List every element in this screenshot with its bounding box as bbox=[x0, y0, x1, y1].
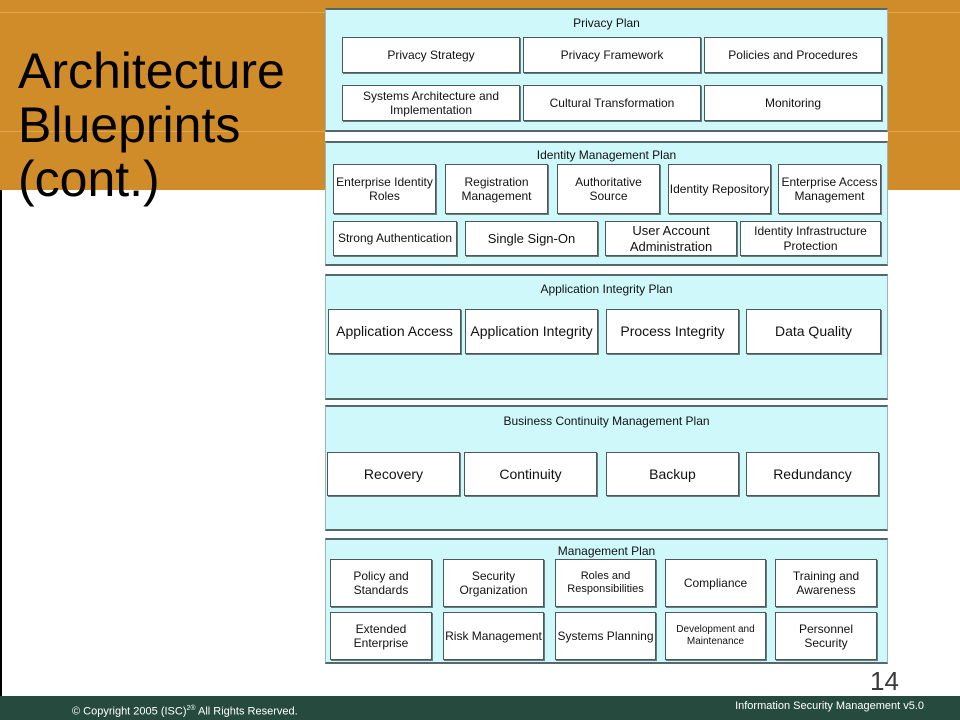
plan-item: Privacy Framework bbox=[523, 37, 701, 73]
plan-item: Single Sign-On bbox=[465, 221, 598, 256]
plan-item: Registration Management bbox=[445, 164, 548, 214]
title-line: Blueprints bbox=[18, 97, 241, 153]
plan-item: Personnel Security bbox=[775, 612, 877, 660]
plan-management: Management Plan Policy and Standards Sec… bbox=[325, 538, 888, 664]
plan-item: Data Quality bbox=[746, 309, 881, 354]
plan-item: Risk Management bbox=[443, 612, 544, 660]
left-rule bbox=[0, 190, 2, 696]
plan-title: Application Integrity Plan bbox=[540, 282, 673, 296]
page-number: 14 bbox=[870, 666, 899, 696]
title-line: Architecture bbox=[18, 43, 285, 99]
plan-item: Continuity bbox=[464, 452, 597, 496]
plan-item: Policy and Standards bbox=[330, 559, 432, 607]
plan-item: Development and Maintenance bbox=[665, 612, 766, 660]
plan-title: Management Plan bbox=[557, 544, 656, 558]
plan-application-integrity: Application Integrity Plan Application A… bbox=[325, 274, 888, 400]
plan-item: Enterprise Identity Roles bbox=[333, 164, 436, 214]
plan-item: Authoritative Source bbox=[557, 164, 660, 214]
plan-item: Systems Planning bbox=[555, 612, 656, 660]
plan-item: Cultural Transformation bbox=[523, 85, 701, 121]
plan-item: Security Organization bbox=[443, 559, 544, 607]
plan-title: Business Continuity Management Plan bbox=[503, 414, 710, 428]
plan-item: Recovery bbox=[327, 452, 460, 496]
plan-item: Privacy Strategy bbox=[342, 37, 520, 73]
plan-business-continuity: Business Continuity Management Plan Reco… bbox=[325, 405, 888, 531]
plan-item: Monitoring bbox=[704, 85, 882, 121]
copyright-text: © Copyright 2005 (ISC)2® All Rights Rese… bbox=[72, 705, 298, 718]
plan-item: Redundancy bbox=[746, 452, 879, 496]
copyright-superscript: 2® bbox=[186, 705, 196, 712]
title-line: (cont.) bbox=[18, 151, 160, 207]
plan-title: Privacy Plan bbox=[573, 16, 640, 30]
plan-item: Systems Architecture and Implementation bbox=[342, 85, 520, 121]
plan-item: Roles and Responsibilities bbox=[555, 559, 656, 607]
plan-item: User Account Administration bbox=[605, 221, 737, 256]
plan-item: Process Integrity bbox=[606, 309, 739, 354]
footer-bar: © Copyright 2005 (ISC)2® All Rights Rese… bbox=[0, 696, 960, 720]
copyright-prefix: © Copyright 2005 (ISC) bbox=[72, 705, 187, 718]
plan-item: Application Integrity bbox=[465, 309, 598, 354]
plan-title: Identity Management Plan bbox=[536, 148, 677, 162]
plan-item: Compliance bbox=[665, 559, 766, 607]
plan-item: Extended Enterprise bbox=[330, 612, 432, 660]
plan-privacy: Privacy Plan Privacy Strategy Privacy Fr… bbox=[325, 8, 888, 132]
plan-item: Application Access bbox=[328, 309, 461, 354]
plan-item: Policies and Procedures bbox=[704, 37, 882, 73]
plan-item: Enterprise Access Management bbox=[778, 164, 881, 214]
plan-item: Training and Awareness bbox=[775, 559, 877, 607]
plan-item: Strong Authentication bbox=[333, 221, 457, 256]
copyright-suffix: All Rights Reserved. bbox=[195, 705, 298, 718]
plan-item: Identity Infrastructure Protection bbox=[740, 221, 881, 256]
slide-title: Architecture Blueprints (cont.) bbox=[18, 44, 318, 206]
plan-item: Identity Repository bbox=[668, 164, 771, 214]
plan-item: Backup bbox=[606, 452, 739, 496]
plan-identity-management: Identity Management Plan Enterprise Iden… bbox=[325, 141, 888, 266]
course-title: Information Security Management v5.0 bbox=[735, 700, 924, 712]
